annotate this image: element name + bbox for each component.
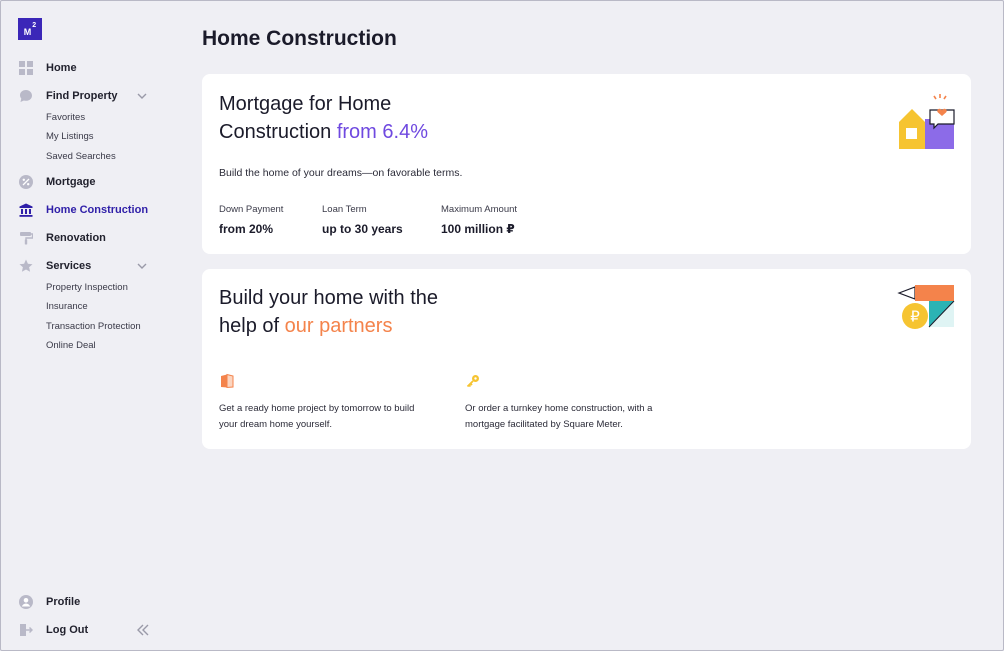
stat-maximum-amount: Maximum Amount 100 million ₽	[441, 204, 518, 236]
sidebar-subitem-favorites[interactable]: Favorites	[46, 112, 85, 123]
key-icon	[465, 373, 481, 389]
app-window: M2 Home Find Property Favorites My Listi…	[0, 0, 1004, 651]
sidebar-item-home[interactable]: Home	[18, 58, 158, 78]
sidebar-subitem-property-inspection[interactable]: Property Inspection	[46, 282, 128, 293]
paint-roller-icon	[18, 230, 34, 246]
sidebar-item-label: Find Property	[46, 90, 118, 102]
svg-text:₽: ₽	[910, 308, 920, 326]
user-icon	[18, 594, 34, 610]
chevron-down-icon[interactable]	[136, 89, 148, 107]
feature-ready-project: Get a ready home project by tomorrow to …	[219, 373, 419, 433]
sidebar-subitem-transaction-protection[interactable]: Transaction Protection	[46, 321, 141, 332]
sidebar-item-profile[interactable]: Profile	[18, 592, 158, 612]
sidebar-item-services[interactable]: Services	[18, 256, 158, 276]
sidebar-item-label: Home Construction	[46, 204, 149, 216]
sidebar-item-find-property[interactable]: Find Property	[18, 86, 158, 106]
stat-down-payment: Down Payment from 20%	[219, 204, 284, 236]
sidebar-subitem-insurance[interactable]: Insurance	[46, 301, 88, 312]
page-title: Home Construction	[202, 27, 397, 50]
chat-icon	[18, 88, 34, 104]
sidebar: M2 Home Find Property Favorites My Listi…	[1, 1, 181, 650]
mortgage-card[interactable]: Mortgage for Home Construction from 6.4%…	[202, 74, 971, 254]
sidebar-subitem-saved-searches[interactable]: Saved Searches	[46, 151, 116, 162]
sidebar-item-label: Profile	[46, 596, 81, 608]
mortgage-card-title: Mortgage for Home Construction from 6.4%	[219, 93, 428, 143]
star-icon	[18, 258, 34, 274]
sidebar-item-label: Renovation	[46, 232, 106, 244]
book-icon	[219, 373, 235, 389]
sidebar-item-label: Log Out	[46, 624, 89, 636]
sidebar-item-label: Services	[46, 260, 92, 272]
rate-highlight: from 6.4%	[336, 121, 428, 143]
sidebar-subitem-online-deal[interactable]: Online Deal	[46, 340, 96, 351]
app-logo[interactable]: M2	[18, 18, 42, 40]
partners-illustration: ₽	[896, 283, 958, 338]
partners-card[interactable]: Build your home with the help of our par…	[202, 269, 971, 449]
sidebar-item-label: Home	[46, 62, 77, 74]
stat-loan-term: Loan Term up to 30 years	[322, 204, 403, 236]
chevron-down-icon[interactable]	[136, 259, 148, 277]
mortgage-description: Build the home of your dreams—on favorab…	[219, 167, 463, 179]
partners-highlight: our partners	[284, 315, 393, 337]
sidebar-subitem-my-listings[interactable]: My Listings	[46, 131, 94, 142]
sidebar-item-renovation[interactable]: Renovation	[18, 228, 158, 248]
collapse-sidebar-icon[interactable]	[136, 623, 150, 642]
feature-turnkey-construction: Or order a turnkey home construction, wi…	[465, 373, 665, 433]
sidebar-item-label: Mortgage	[46, 176, 96, 188]
house-illustration	[896, 89, 958, 156]
grid-icon	[18, 60, 34, 76]
bank-icon	[18, 202, 34, 218]
logout-icon	[18, 622, 34, 638]
partners-card-title: Build your home with the help of our par…	[219, 287, 439, 337]
sidebar-item-home-construction[interactable]: Home Construction	[18, 200, 158, 220]
sidebar-item-mortgage[interactable]: Mortgage	[18, 172, 158, 192]
percent-icon	[18, 174, 34, 190]
